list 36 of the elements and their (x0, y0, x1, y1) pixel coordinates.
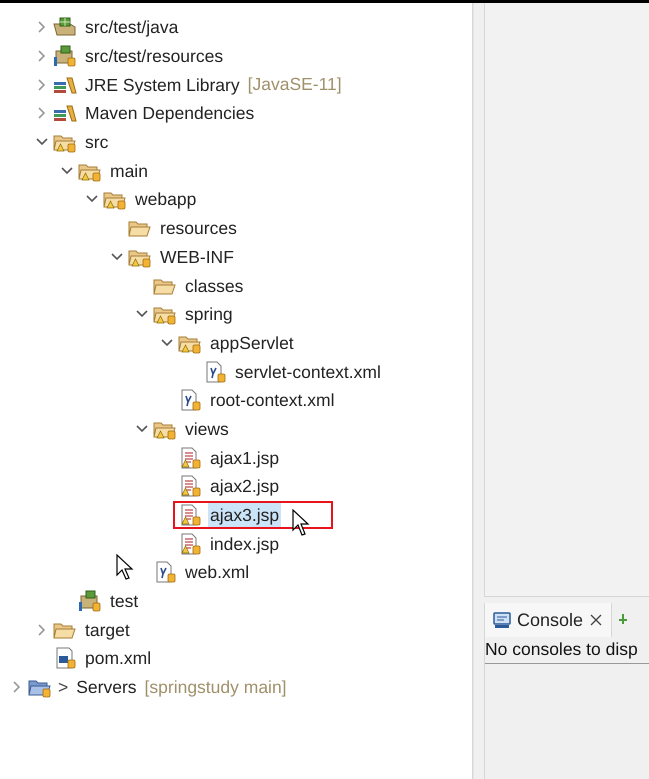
tree-item[interactable]: test (108, 589, 140, 614)
tree-item[interactable]: Maven Dependencies (83, 101, 256, 126)
tree-item[interactable]: resources (158, 216, 239, 240)
tree-item[interactable]: views (183, 416, 231, 441)
console-tab[interactable]: Console (485, 603, 612, 637)
tree-item[interactable]: ajax1.jsp (208, 446, 282, 470)
tree-item[interactable]: servlet-context.xml (233, 360, 383, 384)
tree-item[interactable]: main (108, 158, 150, 183)
package-folder-icon (53, 16, 77, 38)
tree-item[interactable]: classes (183, 274, 246, 298)
console-message: No consoles to disp (485, 637, 649, 664)
change-marker: > (58, 676, 68, 698)
resource-folder-icon (78, 590, 102, 612)
console-icon (493, 611, 511, 629)
cursor-icon (292, 508, 312, 537)
item-decoration: [JavaSE-11] (248, 74, 342, 96)
tree-item[interactable]: root-context.xml (208, 388, 336, 412)
tree-item[interactable]: appServlet (208, 330, 296, 355)
item-decoration: [springstudy main] (144, 676, 287, 698)
tree-item[interactable]: src (83, 130, 110, 154)
tree-item[interactable]: WEB-INF (158, 244, 236, 269)
cursor-icon (116, 554, 134, 580)
tree-item[interactable]: Servers (74, 675, 139, 700)
tree-item[interactable]: target (83, 618, 132, 642)
resource-folder-icon (53, 45, 77, 68)
tree-item[interactable]: ajax3.jsp (208, 503, 282, 528)
tree-item[interactable]: pom.xml (83, 646, 154, 670)
tree-item[interactable]: webapp (133, 187, 198, 212)
tree-item[interactable]: src/test/resources (83, 44, 226, 68)
tree-item[interactable]: JRE System Library (83, 72, 242, 97)
close-icon (589, 613, 604, 627)
tree-item[interactable]: ajax2.jsp (208, 474, 282, 498)
tree-item[interactable]: src/test/java (83, 15, 180, 40)
tree-item[interactable]: web.xml (183, 560, 252, 584)
tree-item[interactable]: spring (183, 302, 235, 326)
tree-item[interactable]: index.jsp (208, 532, 282, 556)
